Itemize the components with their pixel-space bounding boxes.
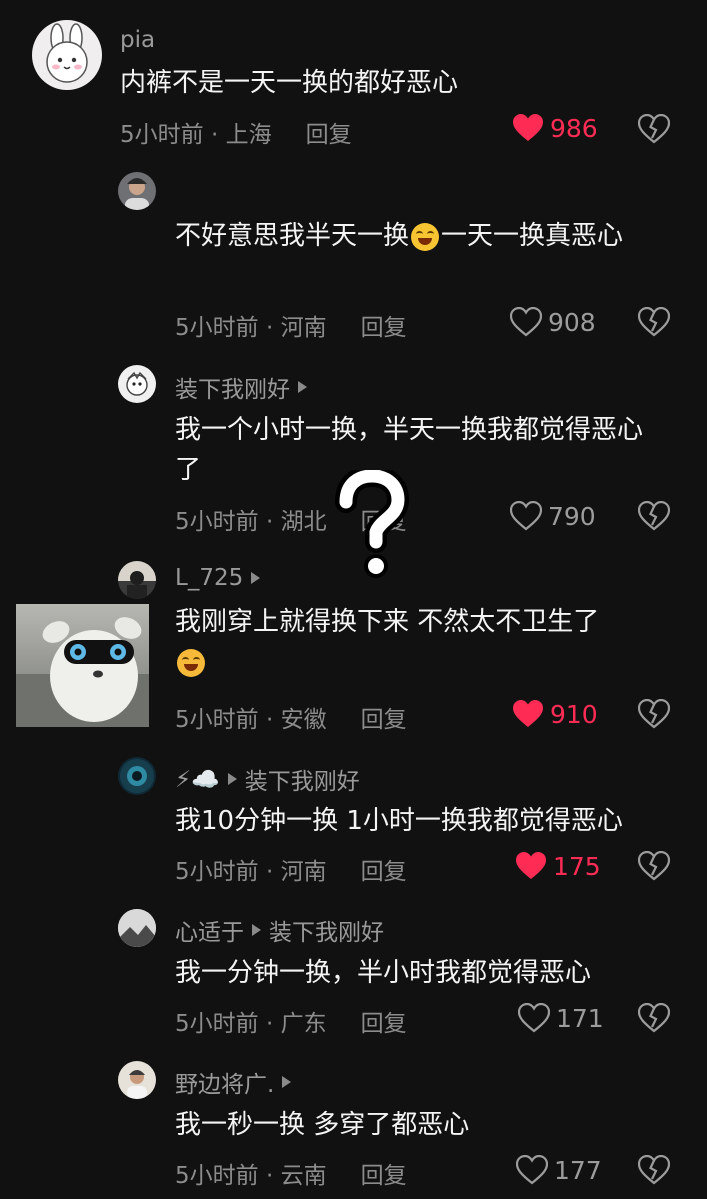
comment-text: 不好意思我半天一换 一天一换真恶心 <box>175 221 624 251</box>
like-button[interactable]: 910 <box>512 699 598 729</box>
dislike-button[interactable] <box>637 1154 671 1189</box>
username[interactable]: L_725 <box>175 565 261 591</box>
play-triangle-icon <box>251 572 261 584</box>
avatar[interactable] <box>32 20 102 90</box>
heart-icon <box>513 700 543 727</box>
comment-text: 内裤不是一天一换的都好恶心 <box>120 68 459 98</box>
comment-meta: 5小时前 · 河南 回复 <box>175 315 407 341</box>
person-avatar-icon <box>125 178 149 210</box>
planet-avatar-icon <box>120 759 154 793</box>
heart-icon <box>510 501 542 531</box>
broken-heart-icon <box>637 698 671 729</box>
username[interactable]: 野边将广. <box>175 1065 292 1099</box>
question-mark-icon <box>335 464 410 578</box>
avatar[interactable] <box>118 172 156 210</box>
broken-heart-icon <box>637 113 671 144</box>
comment-meta: 5小时前 · 上海 回复 <box>120 122 352 148</box>
heart-icon <box>518 1003 550 1033</box>
avatar[interactable] <box>118 757 156 795</box>
broken-heart-icon <box>637 850 671 881</box>
like-button[interactable]: 177 <box>516 1155 602 1185</box>
reply-button[interactable]: 回复 <box>361 859 407 885</box>
dislike-button[interactable] <box>637 500 671 535</box>
dislike-button[interactable] <box>637 113 671 148</box>
dog-sticker-image <box>16 604 149 727</box>
reply-button[interactable]: 回复 <box>361 707 407 733</box>
crying-laughing-emoji-icon <box>177 648 205 677</box>
bunny-avatar-icon <box>46 23 88 83</box>
like-button[interactable]: 986 <box>512 113 598 143</box>
dislike-button[interactable] <box>637 306 671 341</box>
question-mark-overlay <box>330 464 410 585</box>
comment-meta: 5小时前 · 云南 回复 <box>175 1163 407 1189</box>
avatar[interactable] <box>118 909 156 947</box>
cartoon-avatar-icon <box>126 371 148 396</box>
play-triangle-icon <box>298 381 307 393</box>
like-button[interactable]: 171 <box>518 1003 604 1033</box>
comment-meta: 5小时前 · 广东 回复 <box>175 1011 407 1037</box>
landscape-avatar-icon <box>118 909 156 947</box>
comment-text: 我一个小时一换，半天一换我都觉得恶心了 <box>175 415 644 485</box>
comment-meta: 5小时前 · 河南 回复 <box>175 859 407 885</box>
reply-button[interactable]: 回复 <box>361 315 407 341</box>
dislike-button[interactable] <box>637 1002 671 1037</box>
broken-heart-icon <box>637 1154 671 1185</box>
username[interactable]: 装下我刚好 <box>175 370 307 404</box>
like-button[interactable]: 790 <box>510 501 596 531</box>
comment-text: 我刚穿上就得换下来 不然太不卫生了 <box>175 602 665 682</box>
dog-with-mask-icon <box>16 617 149 727</box>
heart-icon <box>510 307 542 337</box>
person-avatar-icon <box>118 561 156 599</box>
broken-heart-icon <box>637 306 671 337</box>
reply-button[interactable]: 回复 <box>306 122 352 148</box>
reply-button[interactable]: 回复 <box>361 1011 407 1037</box>
reply-button[interactable]: 回复 <box>361 1163 407 1189</box>
username[interactable]: 心适于 装下我刚好 <box>175 913 384 947</box>
play-triangle-icon <box>282 1076 292 1088</box>
heart-icon <box>513 114 543 141</box>
comment-text: 我一秒一换 多穿了都恶心 <box>175 1110 470 1140</box>
avatar[interactable] <box>118 365 156 403</box>
like-button[interactable]: 908 <box>510 307 596 337</box>
comment-meta: 5小时前 · 安徽 回复 <box>175 707 407 733</box>
dislike-button[interactable] <box>637 698 671 733</box>
heart-icon <box>516 852 546 879</box>
avatar[interactable] <box>118 1061 156 1099</box>
username[interactable]: ⚡☁️ 装下我刚好 <box>175 762 360 796</box>
laughing-emoji-icon <box>411 222 440 251</box>
broken-heart-icon <box>637 500 671 531</box>
play-triangle-icon <box>252 924 261 936</box>
comment-text: 我10分钟一换 1小时一换我都觉得恶心 <box>175 806 623 836</box>
person-avatar-icon <box>127 1070 147 1099</box>
broken-heart-icon <box>637 1002 671 1033</box>
avatar[interactable] <box>118 561 156 599</box>
play-triangle-icon <box>227 773 237 785</box>
like-button[interactable]: 175 <box>515 851 601 881</box>
comment-text: 我一分钟一换，半小时我都觉得恶心 <box>175 958 592 988</box>
dislike-button[interactable] <box>637 850 671 885</box>
username[interactable]: pia <box>120 27 155 53</box>
heart-icon <box>516 1155 548 1185</box>
